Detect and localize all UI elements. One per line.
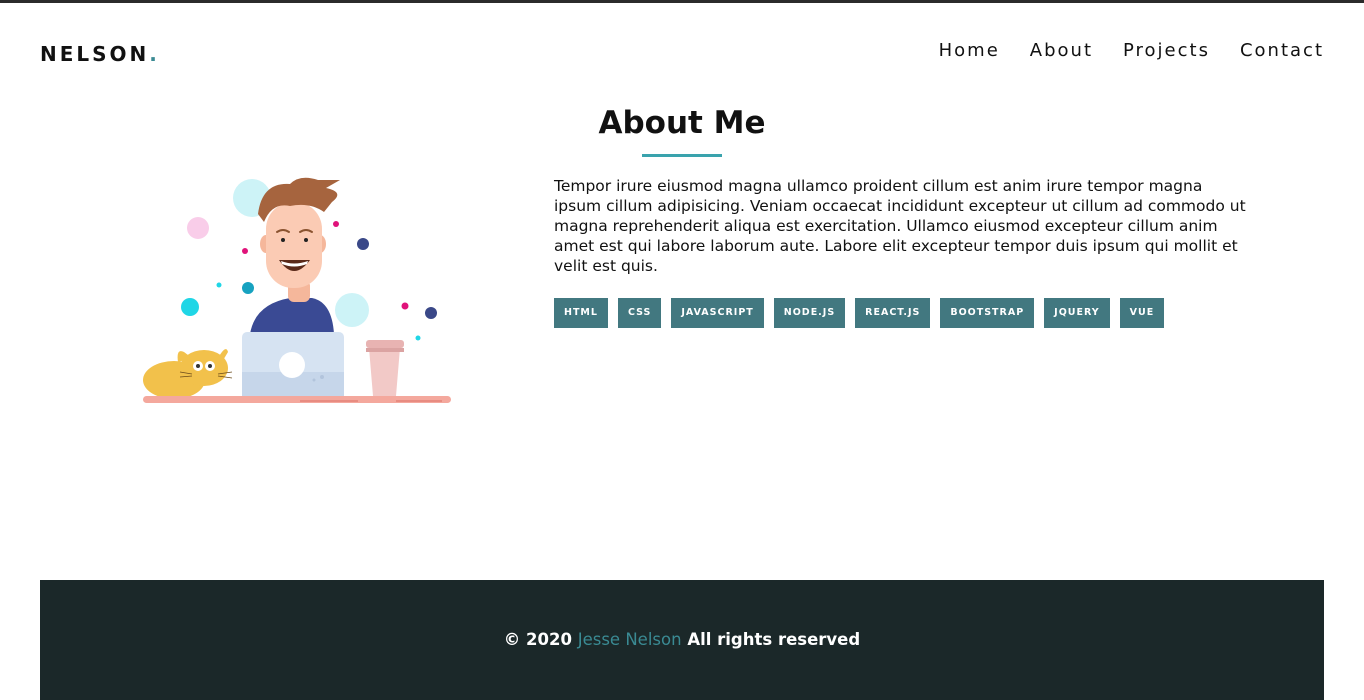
main-nav: Home About Projects Contact bbox=[939, 40, 1324, 61]
footer-copyright: © 2020 Jesse Nelson All rights reserved bbox=[40, 630, 1324, 649]
skill-badge: REACT.JS bbox=[855, 298, 931, 328]
skill-badge: VUE bbox=[1119, 298, 1165, 328]
top-border bbox=[0, 0, 1364, 3]
copyright-year: © 2020 bbox=[503, 630, 572, 649]
brand-logo[interactable]: NELSON. bbox=[40, 42, 160, 66]
skill-badge: CSS bbox=[617, 298, 662, 328]
author-link[interactable]: Jesse Nelson bbox=[578, 630, 682, 649]
developer-illustration bbox=[143, 177, 451, 403]
skill-badge: JAVASCRIPT bbox=[671, 298, 764, 328]
about-title: About Me bbox=[598, 105, 766, 141]
brand-name: NELSON bbox=[40, 42, 150, 66]
nav-projects-link[interactable]: Projects bbox=[1123, 40, 1210, 61]
skill-badge: BOOTSTRAP bbox=[940, 298, 1035, 328]
skills-list: HTML CSS JAVASCRIPT NODE.JS REACT.JS BOO… bbox=[554, 298, 1165, 328]
skill-badge: NODE.JS bbox=[773, 298, 846, 328]
nav-home-link[interactable]: Home bbox=[939, 40, 1000, 61]
brand-dot: . bbox=[149, 42, 160, 66]
rights-text: All rights reserved bbox=[687, 630, 861, 649]
site-footer: © 2020 Jesse Nelson All rights reserved bbox=[40, 580, 1324, 700]
about-description: Tempor irure eiusmod magna ullamco proid… bbox=[554, 177, 1246, 275]
nav-about-link[interactable]: About bbox=[1030, 40, 1093, 61]
nav-contact-link[interactable]: Contact bbox=[1240, 40, 1324, 61]
skill-badge: JQUERY bbox=[1044, 298, 1110, 328]
skill-badge: HTML bbox=[554, 298, 608, 328]
title-underline bbox=[642, 154, 722, 157]
